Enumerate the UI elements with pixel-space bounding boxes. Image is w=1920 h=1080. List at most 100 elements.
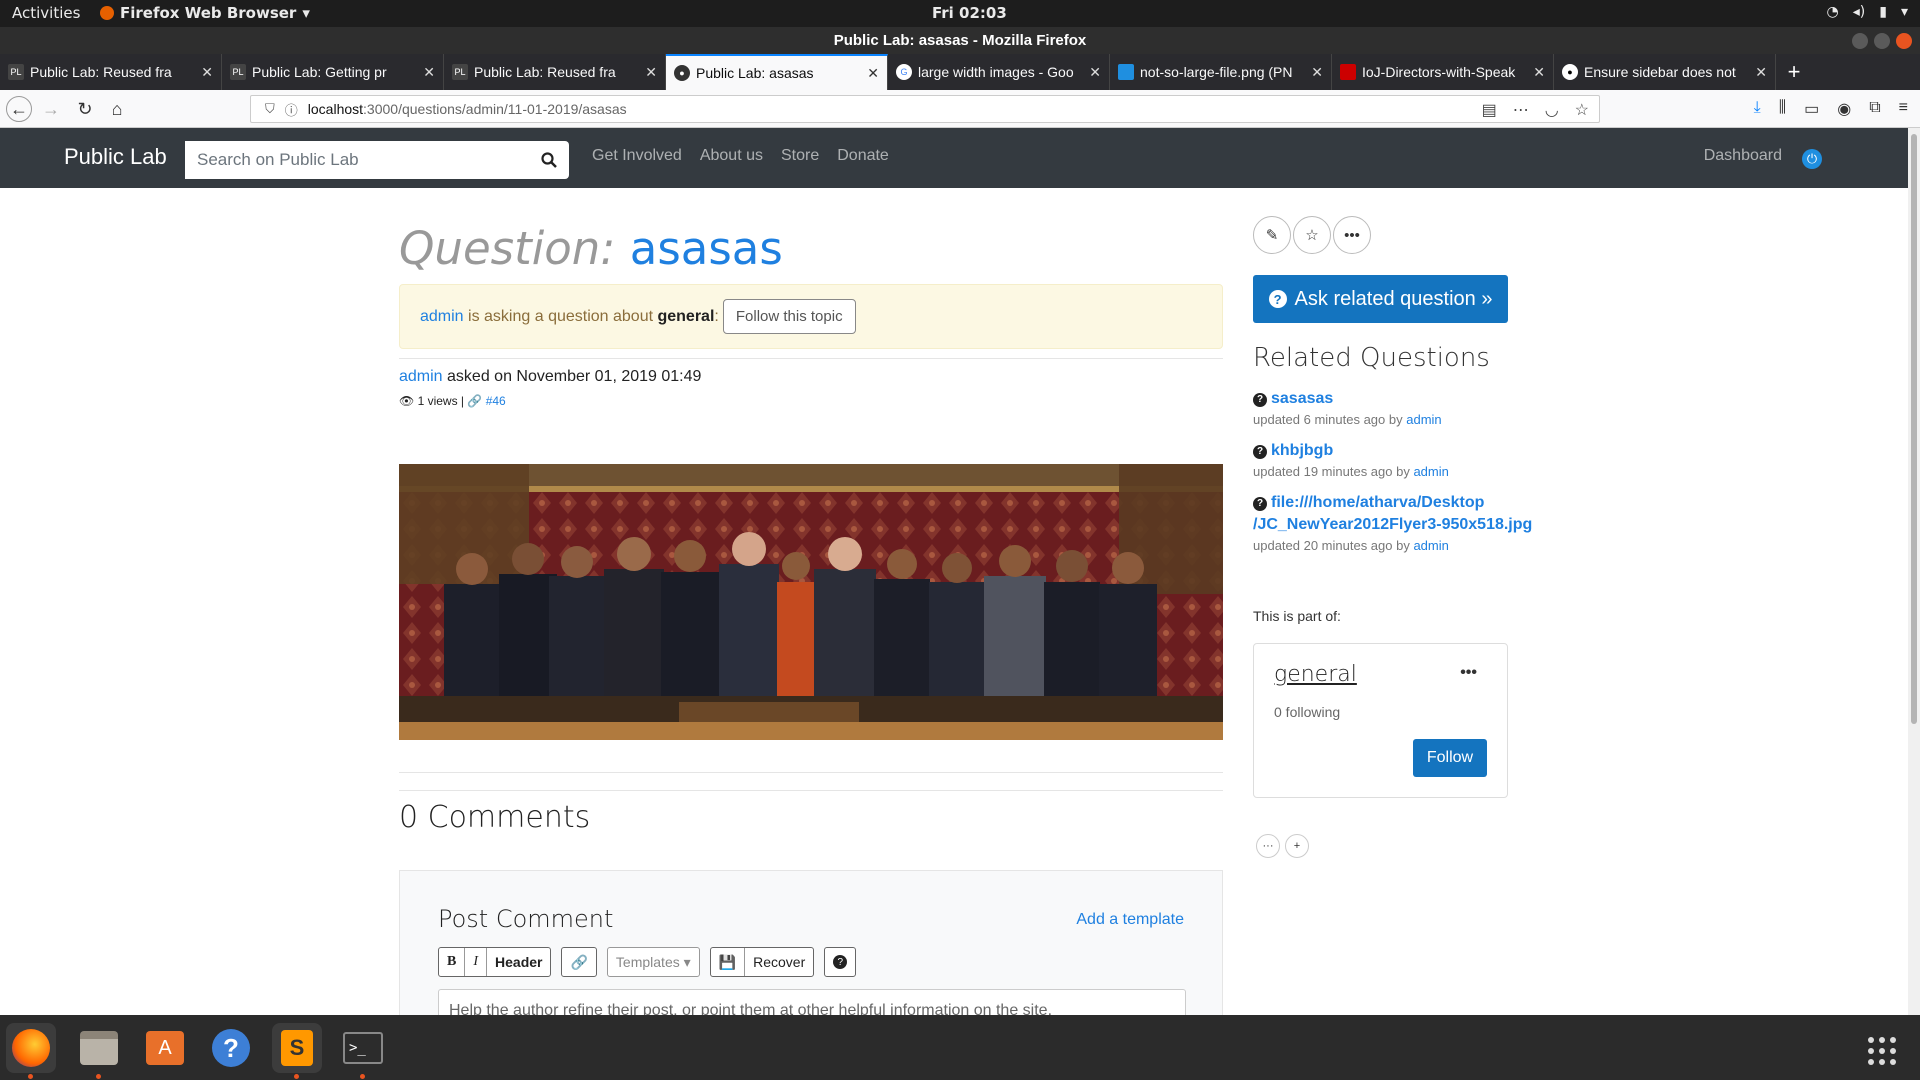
minimize-icon[interactable] bbox=[1852, 33, 1868, 49]
related-user-link[interactable]: admin bbox=[1406, 412, 1441, 427]
url-actions: ▤ ⋯ ◡ ☆ bbox=[1482, 100, 1589, 120]
nav-donate[interactable]: Donate bbox=[837, 147, 889, 165]
dock-help[interactable]: ? bbox=[206, 1023, 256, 1073]
bookmark-star-icon[interactable]: ☆ bbox=[1575, 100, 1589, 120]
question-image[interactable] bbox=[399, 464, 1223, 740]
related-question-item: ? file:///home/atharva/Desktop/JC_NewYear… bbox=[1253, 492, 1553, 553]
italic-button[interactable]: I bbox=[465, 948, 488, 976]
nav-store[interactable]: Store bbox=[781, 147, 819, 165]
collapse-button[interactable]: ··· bbox=[1256, 834, 1280, 858]
sidebar-icon[interactable]: ▭ bbox=[1804, 99, 1819, 119]
ask-related-question-button[interactable]: ? Ask related question » bbox=[1253, 275, 1508, 323]
follow-topic-button[interactable]: Follow this topic bbox=[722, 299, 856, 334]
info-icon[interactable]: ⓘ bbox=[285, 100, 298, 119]
dock-firefox[interactable] bbox=[6, 1023, 56, 1079]
tag-follow-button[interactable]: Follow bbox=[1413, 739, 1487, 777]
reader-view-icon[interactable]: ▤ bbox=[1482, 100, 1497, 120]
clock[interactable]: Fri 02:03 bbox=[932, 4, 1007, 22]
browser-tab-active[interactable]: ● Public Lab: asasas ✕ bbox=[666, 54, 888, 90]
browser-tab[interactable]: ● Ensure sidebar does not ✕ bbox=[1554, 54, 1776, 90]
templates-text: Templates bbox=[615, 954, 680, 970]
browser-tab[interactable]: IoJ-Directors-with-Speak ✕ bbox=[1332, 54, 1554, 90]
nav-about-us[interactable]: About us bbox=[700, 147, 763, 165]
question-title[interactable]: asasas bbox=[630, 222, 783, 275]
site-brand[interactable]: Public Lab bbox=[64, 144, 167, 170]
system-tray[interactable]: ◔ ◂) ▮ ▾ bbox=[1827, 4, 1908, 20]
close-tab-icon[interactable]: ✕ bbox=[1311, 64, 1323, 81]
home-button[interactable]: ⌂ bbox=[104, 96, 130, 122]
close-tab-icon[interactable]: ✕ bbox=[645, 64, 657, 81]
save-icon: 💾 bbox=[718, 953, 737, 970]
back-button[interactable]: ← bbox=[6, 96, 32, 122]
browser-tab[interactable]: PL Public Lab: Reused fra ✕ bbox=[444, 54, 666, 90]
related-updated: updated 19 minutes ago by bbox=[1253, 464, 1414, 479]
activities-button[interactable]: Activities bbox=[12, 4, 80, 22]
site-favicon-icon bbox=[1340, 64, 1356, 80]
dock-terminal[interactable]: >_ bbox=[338, 1023, 388, 1079]
app-menu[interactable]: Firefox Web Browser ▾ bbox=[100, 4, 310, 22]
alert-user-link[interactable]: admin bbox=[420, 308, 464, 326]
browser-tab[interactable]: Glarge width images - Goo ✕ bbox=[888, 54, 1110, 90]
close-tab-icon[interactable]: ✕ bbox=[201, 64, 213, 81]
nav-dashboard[interactable]: Dashboard bbox=[1704, 147, 1782, 165]
link-button[interactable]: 🔗 bbox=[562, 948, 595, 976]
account-icon[interactable]: ◉ bbox=[1837, 99, 1851, 119]
menu-icon[interactable]: ≡ bbox=[1899, 99, 1908, 119]
search-input[interactable] bbox=[185, 141, 529, 179]
maximize-icon[interactable] bbox=[1874, 33, 1890, 49]
related-user-link[interactable]: admin bbox=[1413, 538, 1448, 553]
browser-tab[interactable]: not-so-large-file.png (PN ✕ bbox=[1110, 54, 1332, 90]
url-bar[interactable]: ⛉ ⓘ localhost:3000/questions/admin/11-01… bbox=[250, 95, 1600, 123]
related-question-link[interactable]: ? file:///home/atharva/Desktop/JC_NewYear… bbox=[1253, 492, 1553, 536]
pocket-icon[interactable]: ◡ bbox=[1545, 100, 1559, 120]
header-button[interactable]: Header bbox=[487, 948, 550, 976]
search-button[interactable] bbox=[529, 141, 569, 179]
shield-icon[interactable]: ⛉ bbox=[265, 101, 275, 117]
forward-button[interactable]: → bbox=[38, 96, 64, 122]
templates-dropdown[interactable]: Templates ▾ bbox=[606, 947, 700, 977]
library-icon[interactable]: ⫼ bbox=[1779, 99, 1786, 119]
extensions-icon[interactable]: ⧉ bbox=[1869, 99, 1880, 119]
add-template-link[interactable]: Add a template bbox=[1076, 911, 1184, 929]
power-icon[interactable]: ⏻ bbox=[1802, 149, 1822, 169]
related-question-link[interactable]: sasasas bbox=[1271, 390, 1333, 407]
close-tab-icon[interactable]: ✕ bbox=[867, 65, 879, 82]
like-button[interactable]: ☆ bbox=[1293, 216, 1331, 254]
show-applications-icon[interactable] bbox=[1868, 1037, 1896, 1065]
node-link[interactable]: #46 bbox=[486, 394, 506, 408]
more-options-button[interactable]: ••• bbox=[1333, 216, 1371, 254]
reload-button[interactable]: ↻ bbox=[72, 96, 98, 122]
add-button[interactable]: + bbox=[1285, 834, 1309, 858]
more-actions-icon[interactable]: ⋯ bbox=[1513, 100, 1529, 120]
system-top-bar: Activities Firefox Web Browser ▾ Fri 02:… bbox=[0, 0, 1920, 27]
dock-files[interactable] bbox=[74, 1023, 124, 1079]
nav-get-involved[interactable]: Get Involved bbox=[592, 147, 682, 165]
close-icon[interactable] bbox=[1896, 33, 1912, 49]
tag-more-button[interactable]: ••• bbox=[1460, 664, 1477, 682]
save-button[interactable]: 💾 bbox=[711, 948, 746, 976]
new-tab-button[interactable]: + bbox=[1776, 54, 1812, 90]
close-tab-icon[interactable]: ✕ bbox=[1755, 64, 1767, 81]
part-of-label: This is part of: bbox=[1253, 608, 1341, 624]
browser-tab[interactable]: PL Public Lab: Getting pr ✕ bbox=[222, 54, 444, 90]
author-link[interactable]: admin bbox=[399, 368, 443, 385]
related-user-link[interactable]: admin bbox=[1413, 464, 1448, 479]
scrollbar-thumb[interactable] bbox=[1911, 134, 1917, 724]
running-indicator bbox=[96, 1074, 101, 1079]
download-icon[interactable]: ⤓ bbox=[1754, 99, 1761, 119]
recover-button[interactable]: Recover bbox=[745, 948, 813, 976]
window-titlebar: Public Lab: asasas - Mozilla Firefox bbox=[0, 27, 1920, 54]
help-button[interactable]: ? bbox=[825, 948, 855, 976]
related-question-link[interactable]: khbjbgb bbox=[1271, 442, 1333, 459]
tag-name-link[interactable]: general bbox=[1274, 662, 1357, 687]
browser-tab[interactable]: PL Public Lab: Reused fra ✕ bbox=[0, 54, 222, 90]
dock-sublime-text[interactable]: S bbox=[272, 1023, 322, 1079]
edit-button[interactable]: ✎ bbox=[1253, 216, 1291, 254]
page-scrollbar[interactable] bbox=[1908, 128, 1920, 1015]
close-tab-icon[interactable]: ✕ bbox=[1089, 64, 1101, 81]
bold-button[interactable]: B bbox=[439, 948, 466, 976]
ask-related-label: Ask related question » bbox=[1294, 287, 1493, 310]
close-tab-icon[interactable]: ✕ bbox=[1533, 64, 1545, 81]
dock-software[interactable]: A bbox=[140, 1023, 190, 1073]
close-tab-icon[interactable]: ✕ bbox=[423, 64, 435, 81]
